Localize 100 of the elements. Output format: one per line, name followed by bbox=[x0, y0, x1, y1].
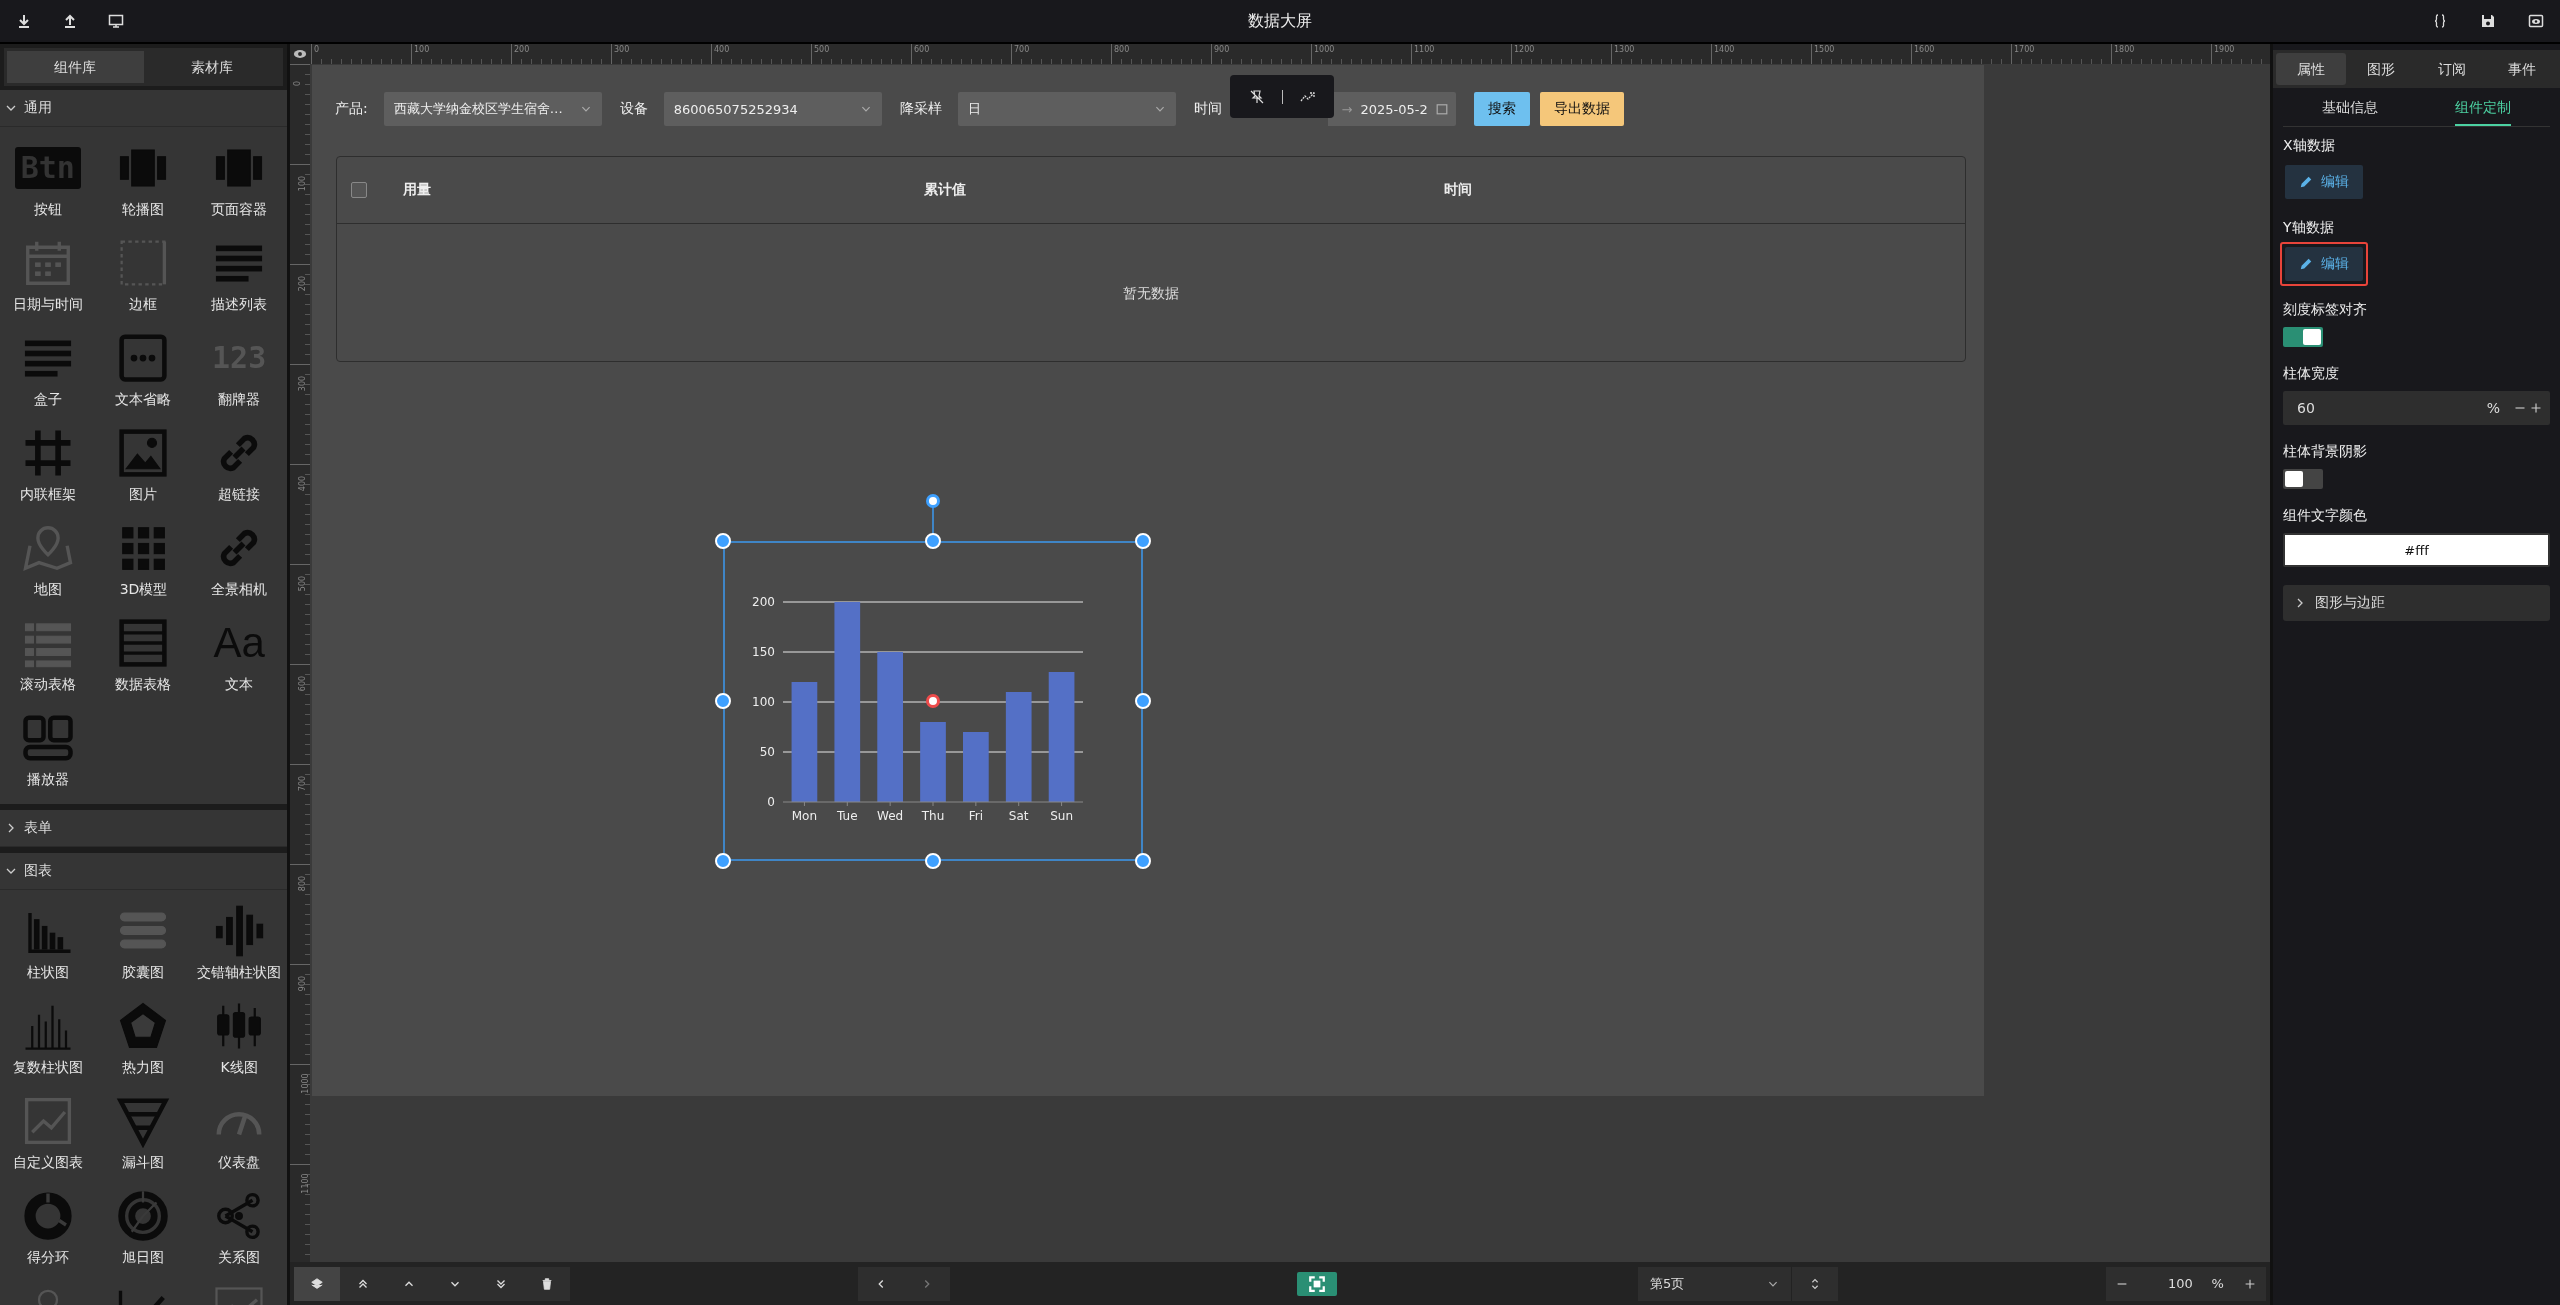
column-header: 用量 bbox=[403, 181, 432, 199]
ruler-label: 1600 bbox=[1914, 45, 1935, 54]
zoom-value[interactable]: 100 bbox=[2168, 1276, 2193, 1291]
component-label[interactable]: 地图 bbox=[33, 581, 62, 599]
collapse-title[interactable]: 图形与边距 bbox=[2315, 594, 2385, 612]
component-label[interactable]: 得分环 bbox=[26, 1249, 69, 1267]
ruler-label: 1300 bbox=[1614, 45, 1635, 54]
panel-tab[interactable]: 属性 bbox=[2276, 53, 2347, 85]
collapse-header[interactable]: 图形与边距 bbox=[2283, 585, 2550, 621]
filter-label: 降采样 bbox=[899, 100, 942, 118]
ruler-label: 1200 bbox=[1514, 45, 1535, 54]
sub-tab[interactable]: 基础信息 bbox=[2283, 88, 2417, 126]
x-tick-label: Fri bbox=[968, 809, 983, 823]
component-label[interactable]: 仪表盘 bbox=[218, 1154, 261, 1172]
component-label[interactable]: 滚动表格 bbox=[19, 676, 76, 694]
ruler-label: 1700 bbox=[2014, 45, 2035, 54]
field-label: 柱体宽度 bbox=[2283, 365, 2340, 383]
x-tick-label: Sun bbox=[1050, 809, 1073, 823]
component-label[interactable]: 关系图 bbox=[218, 1249, 261, 1267]
component-label[interactable]: 翻牌器 bbox=[218, 391, 261, 409]
search-button[interactable]: 搜索 bbox=[1473, 92, 1530, 126]
component-label[interactable]: 超链接 bbox=[218, 486, 261, 504]
component-label[interactable]: 旭日图 bbox=[122, 1249, 165, 1267]
component-label[interactable]: 文本 bbox=[225, 676, 254, 694]
ruler-label: 700 bbox=[298, 775, 308, 792]
ruler-label: 1000 bbox=[300, 1073, 310, 1094]
ruler-label: 400 bbox=[714, 45, 730, 54]
ruler-label: 100 bbox=[298, 175, 308, 192]
component-label[interactable]: 文本省略 bbox=[115, 391, 172, 409]
ruler-label: 800 bbox=[1114, 45, 1130, 54]
column-header: 累计值 bbox=[923, 181, 967, 199]
component-label[interactable]: 轮播图 bbox=[122, 201, 165, 219]
edit-button[interactable]: 编辑 bbox=[2285, 247, 2363, 281]
component-label[interactable]: 图片 bbox=[129, 486, 158, 504]
component-label[interactable]: 全景相机 bbox=[211, 581, 268, 599]
ruler-label: 600 bbox=[914, 45, 930, 54]
component-label[interactable]: 数据表格 bbox=[115, 676, 172, 694]
component-label[interactable]: 播放器 bbox=[26, 771, 69, 789]
section-header[interactable]: 图表 bbox=[0, 853, 287, 890]
field-label: 柱体背景阴影 bbox=[2283, 443, 2368, 461]
ruler-label: 1400 bbox=[1714, 45, 1735, 54]
ruler-label: 500 bbox=[814, 45, 830, 54]
component-label[interactable]: 日期与时间 bbox=[12, 296, 83, 314]
library-tab[interactable]: 组件库 bbox=[7, 51, 144, 83]
number-input[interactable]: 60 % bbox=[2283, 391, 2550, 425]
ruler-label: 700 bbox=[1014, 45, 1030, 54]
panel-tab[interactable]: 订阅 bbox=[2416, 53, 2487, 85]
ruler-label: 0 bbox=[314, 45, 320, 54]
component-label[interactable]: 漏斗图 bbox=[122, 1154, 165, 1172]
field-label: 刻度标签对齐 bbox=[2283, 301, 2368, 319]
filter-select[interactable]: 860065075252934 bbox=[663, 92, 882, 126]
field-label: 组件文字颜色 bbox=[2283, 507, 2368, 525]
ruler-label: 300 bbox=[614, 45, 630, 54]
ruler-label: 100 bbox=[414, 45, 430, 54]
component-label[interactable]: 复数柱状图 bbox=[12, 1059, 83, 1077]
export-button[interactable]: 导出数据 bbox=[1539, 92, 1624, 126]
component-label[interactable]: 热力图 bbox=[122, 1059, 165, 1077]
ruler-label: 0 bbox=[293, 80, 303, 87]
component-label[interactable]: 边框 bbox=[129, 296, 158, 314]
section-title: 表单 bbox=[24, 819, 52, 837]
component-label[interactable]: 3D模型 bbox=[119, 581, 168, 599]
ruler-label: 1900 bbox=[2214, 45, 2235, 54]
component-label[interactable]: 描述列表 bbox=[211, 296, 268, 314]
component-label[interactable]: 页面容器 bbox=[211, 201, 268, 219]
panel-tab[interactable]: 事件 bbox=[2486, 53, 2557, 85]
column-header: 时间 bbox=[1444, 181, 1474, 199]
filter-select[interactable]: 日 bbox=[957, 92, 1176, 126]
section-header[interactable]: 表单 bbox=[0, 810, 287, 847]
component-label[interactable]: 柱状图 bbox=[26, 964, 69, 982]
x-tick-label: Tue bbox=[837, 809, 858, 823]
ruler-label: 1100 bbox=[1414, 45, 1435, 54]
ruler-label: 1500 bbox=[1814, 45, 1835, 54]
filter-label: 时间 bbox=[1193, 100, 1222, 118]
color-input[interactable]: #fff bbox=[2283, 533, 2550, 567]
component-label[interactable]: 盒子 bbox=[33, 391, 62, 409]
y-tick-label: 100 bbox=[752, 695, 775, 709]
section-header[interactable]: 通用 bbox=[0, 90, 287, 127]
field-label: Y轴数据 bbox=[2283, 219, 2335, 237]
date-range-field[interactable]: → 2025-05-2 bbox=[1327, 92, 1456, 126]
y-tick-label: 50 bbox=[759, 745, 775, 759]
ruler-label: 1100 bbox=[300, 1173, 310, 1194]
section-title: 通用 bbox=[24, 99, 52, 117]
window-title: 数据大屏 bbox=[1248, 10, 1312, 32]
panel-tab[interactable]: 图形 bbox=[2346, 53, 2417, 85]
field-label: X轴数据 bbox=[2283, 137, 2336, 155]
filter-select[interactable]: 西藏大学纳金校区学生宿舍… bbox=[383, 92, 602, 126]
ruler-label: 400 bbox=[298, 475, 308, 492]
component-label[interactable]: 按钮 bbox=[33, 201, 62, 219]
component-label[interactable]: 交错轴柱状图 bbox=[197, 964, 282, 982]
library-tab[interactable]: 素材库 bbox=[143, 51, 280, 83]
component-label[interactable]: 自定义图表 bbox=[12, 1154, 83, 1172]
ruler-label: 1000 bbox=[1314, 45, 1335, 54]
component-label[interactable]: 胶囊图 bbox=[122, 964, 165, 982]
ruler-label: 1800 bbox=[2114, 45, 2135, 54]
y-tick-label: 200 bbox=[752, 595, 775, 609]
component-label[interactable]: 内联框架 bbox=[19, 486, 76, 504]
zoom-unit: % bbox=[2211, 1276, 2224, 1291]
ruler-label: 600 bbox=[298, 675, 308, 692]
component-label[interactable]: K线图 bbox=[220, 1059, 258, 1077]
edit-button[interactable]: 编辑 bbox=[2285, 165, 2363, 199]
